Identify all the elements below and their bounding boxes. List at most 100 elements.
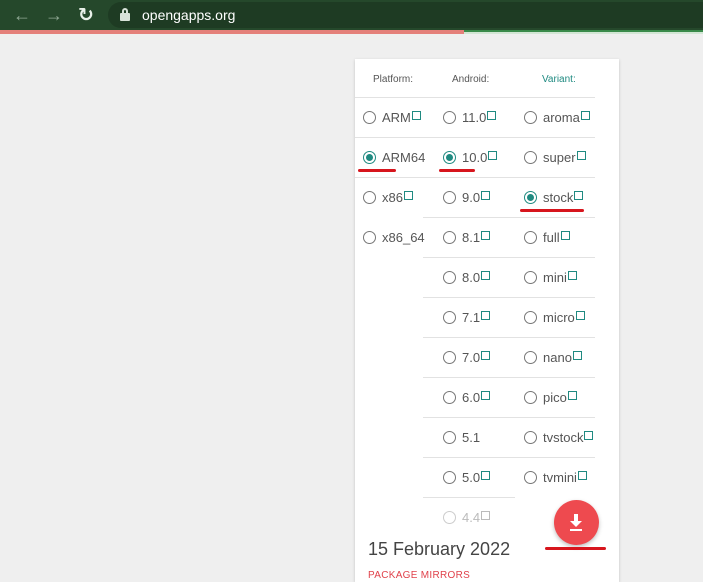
radio-button[interactable] xyxy=(524,190,537,204)
option-label: tvmini xyxy=(543,469,577,485)
android-option-9-0[interactable]: 9.0 xyxy=(443,187,491,207)
platform-option-arm64[interactable]: ARM64 xyxy=(363,147,425,167)
external-link-icon[interactable] xyxy=(403,190,413,200)
external-link-icon[interactable] xyxy=(481,230,491,240)
android-option-6-0[interactable]: 6.0 xyxy=(443,387,491,407)
platform-option-x86[interactable]: x86 xyxy=(363,187,413,207)
radio-button[interactable] xyxy=(524,270,537,284)
external-link-icon[interactable] xyxy=(481,310,491,320)
radio-button[interactable] xyxy=(443,350,456,364)
row-divider xyxy=(423,457,515,458)
radio-button[interactable] xyxy=(443,430,456,444)
option-label: 7.0 xyxy=(462,349,481,365)
radio-button[interactable] xyxy=(443,470,456,484)
radio-button[interactable] xyxy=(443,190,456,204)
external-link-icon[interactable] xyxy=(574,190,584,200)
browser-toolbar: ← → ↻ opengapps.org xyxy=(0,0,703,30)
android-option-8-1[interactable]: 8.1 xyxy=(443,227,491,247)
radio-button[interactable] xyxy=(524,390,537,404)
reload-button[interactable]: ↻ xyxy=(74,3,98,27)
radio-button[interactable] xyxy=(524,110,537,124)
android-option-7-1[interactable]: 7.1 xyxy=(443,307,491,327)
external-link-icon[interactable] xyxy=(481,190,491,200)
row-divider xyxy=(515,297,595,298)
external-link-icon[interactable] xyxy=(481,270,491,280)
row-divider xyxy=(423,257,515,258)
external-link-icon[interactable] xyxy=(481,390,491,400)
external-link-icon[interactable] xyxy=(575,310,585,320)
radio-button[interactable] xyxy=(443,310,456,324)
option-label: x86_64 xyxy=(382,229,425,245)
option-label: 10.0 xyxy=(462,149,488,165)
external-link-icon[interactable] xyxy=(577,470,587,480)
radio-button[interactable] xyxy=(443,110,456,124)
row-divider xyxy=(515,177,595,178)
variant-option-tvstock[interactable]: tvstock xyxy=(524,427,594,447)
external-link-icon[interactable] xyxy=(481,470,491,480)
variant-option-micro[interactable]: micro xyxy=(524,307,585,327)
option-label: 7.1 xyxy=(462,309,481,325)
variant-option-nano[interactable]: nano xyxy=(524,347,582,367)
variant-option-tvmini[interactable]: tvmini xyxy=(524,467,587,487)
external-link-icon[interactable] xyxy=(481,510,491,520)
annotation-underline-stock xyxy=(520,209,584,212)
external-link-icon[interactable] xyxy=(572,350,582,360)
external-link-icon[interactable] xyxy=(567,390,577,400)
android-option-7-0[interactable]: 7.0 xyxy=(443,347,491,367)
option-label: 8.1 xyxy=(462,229,481,245)
variant-option-pico[interactable]: pico xyxy=(524,387,577,407)
external-link-icon[interactable] xyxy=(560,230,570,240)
radio-button[interactable] xyxy=(524,310,537,324)
back-button[interactable]: ← xyxy=(10,3,34,27)
variant-option-full[interactable]: full xyxy=(524,227,570,247)
option-label: mini xyxy=(543,269,567,285)
package-mirrors-link[interactable]: PACKAGE MIRRORS xyxy=(368,570,470,581)
external-link-icon[interactable] xyxy=(481,350,491,360)
variant-option-stock[interactable]: stock xyxy=(524,187,584,207)
android-option-10-0[interactable]: 10.0 xyxy=(443,147,498,167)
external-link-icon[interactable] xyxy=(488,150,498,160)
radio-button[interactable] xyxy=(363,190,376,204)
external-link-icon[interactable] xyxy=(584,430,594,440)
external-link-icon[interactable] xyxy=(411,110,421,120)
android-option-5-0[interactable]: 5.0 xyxy=(443,467,491,487)
option-label: x86 xyxy=(382,189,403,205)
variant-option-aroma[interactable]: aroma xyxy=(524,107,590,127)
option-label: 9.0 xyxy=(462,189,481,205)
radio-button[interactable] xyxy=(524,470,537,484)
radio-button[interactable] xyxy=(524,430,537,444)
radio-button[interactable] xyxy=(443,270,456,284)
android-option-8-0[interactable]: 8.0 xyxy=(443,267,491,287)
option-label: nano xyxy=(543,349,572,365)
radio-button[interactable] xyxy=(524,230,537,244)
radio-button[interactable] xyxy=(443,150,456,164)
external-link-icon[interactable] xyxy=(576,150,586,160)
radio-button[interactable] xyxy=(363,110,376,124)
external-link-icon[interactable] xyxy=(567,270,577,280)
option-label: 6.0 xyxy=(462,389,481,405)
annotation-underline-arm64 xyxy=(358,169,396,172)
arrow-left-icon: ← xyxy=(13,4,31,25)
variant-option-super[interactable]: super xyxy=(524,147,586,167)
radio-button[interactable] xyxy=(443,230,456,244)
radio-button[interactable] xyxy=(363,230,376,244)
platform-option-arm[interactable]: ARM xyxy=(363,107,421,127)
row-divider xyxy=(423,297,515,298)
android-option-4-4: 4.4 xyxy=(443,507,491,527)
option-label: full xyxy=(543,229,560,245)
android-option-5-1[interactable]: 5.1 xyxy=(443,427,480,447)
variant-option-mini[interactable]: mini xyxy=(524,267,577,287)
forward-button[interactable]: → xyxy=(42,3,66,27)
option-label: micro xyxy=(543,309,575,325)
radio-button[interactable] xyxy=(524,150,537,164)
radio-button[interactable] xyxy=(443,390,456,404)
radio-button[interactable] xyxy=(363,150,376,164)
radio-button[interactable] xyxy=(524,350,537,364)
row-divider xyxy=(515,457,595,458)
external-link-icon[interactable] xyxy=(580,110,590,120)
external-link-icon[interactable] xyxy=(487,110,497,120)
download-button[interactable] xyxy=(554,500,599,545)
address-bar[interactable]: opengapps.org xyxy=(108,2,703,28)
platform-option-x86-64[interactable]: x86_64 xyxy=(363,227,425,247)
android-option-11-0[interactable]: 11.0 xyxy=(443,107,497,127)
